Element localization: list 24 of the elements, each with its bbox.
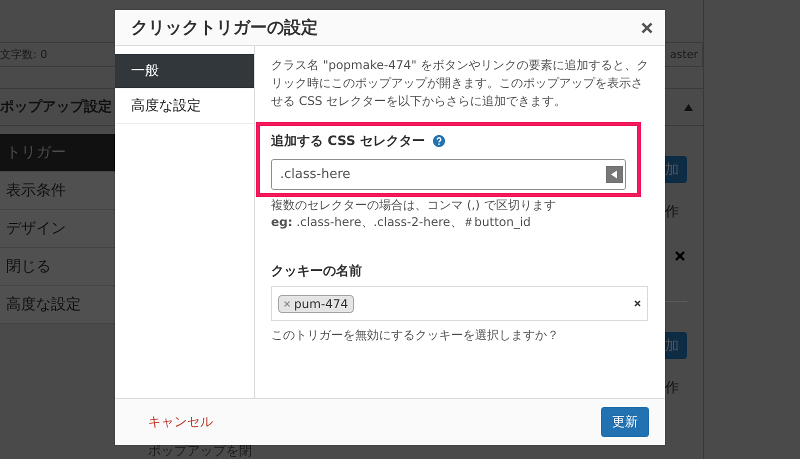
remove-icon[interactable] [284,300,290,306]
column-label: 作 [665,379,680,397]
selector-input[interactable]: .class-here [271,159,626,190]
add-button[interactable]: 加 [665,156,687,183]
hint-text: このトリガーを無効にするクッキーを選択しますか？ [271,327,560,344]
column-label: 作 [665,203,680,221]
cookie-select-field[interactable]: pum-474 [271,286,648,321]
hint-text: eg: .class-here、.class-2-here、＃button_id [271,214,532,231]
clear-icon[interactable] [634,300,641,307]
close-icon[interactable] [641,22,653,34]
help-icon[interactable] [432,135,445,147]
hint-text: 複数のセレクターの場合は、コンマ (,) で区切ります [271,197,557,214]
cancel-link[interactable]: キャンセル [148,413,213,431]
field-label: クッキーの名前 [271,263,363,280]
tab[interactable]: 一般 [115,54,254,89]
delete-icon[interactable] [675,251,685,261]
modal-title: クリックトリガーの設定 [131,17,318,39]
tab[interactable]: 高度な設定 [115,89,254,124]
field-label: 追加する CSS セレクター [271,133,425,150]
description-text: クラス名 "popmake-474" をボタンやリンクの要素に追加すると、クリック時にこのポップアップが開きます。このポップアップを表示させる CSS セレクターを以下からさらに追加できます。 [271,57,649,110]
add-button[interactable]: 加 [665,332,687,359]
caret-icon[interactable] [606,166,623,183]
update-button[interactable]: 更新 [601,407,649,437]
cookie-tag[interactable]: pum-474 [278,294,354,312]
